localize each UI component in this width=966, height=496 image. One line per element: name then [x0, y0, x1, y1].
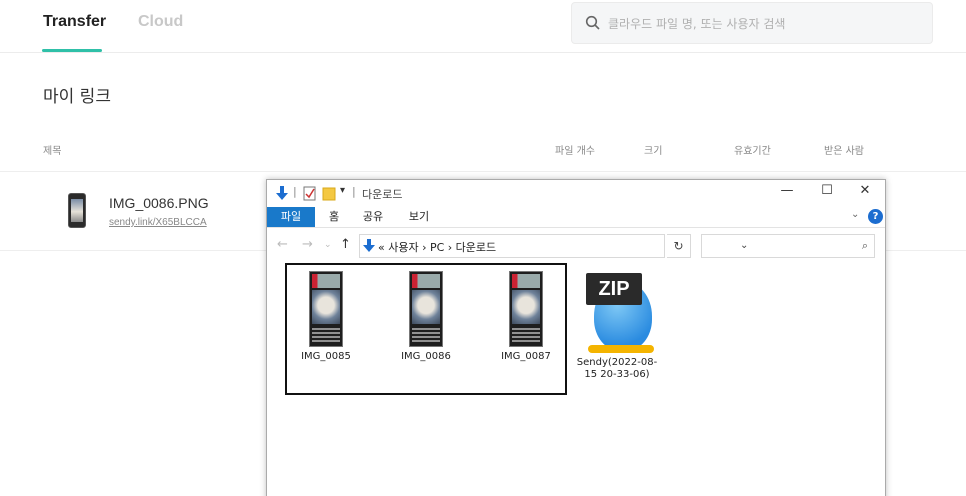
page-title: 마이 링크 [43, 87, 111, 107]
search-input[interactable]: 클라우드 파일 명, 또는 사용자 검색 [571, 2, 933, 44]
tab-transfer[interactable]: Transfer [43, 13, 106, 31]
back-icon[interactable]: ← [277, 237, 288, 252]
file-item[interactable]: IMG_0086 [381, 271, 471, 363]
column-expiry: 유효기간 [734, 146, 771, 157]
ribbon-tab-file[interactable]: 파일 [267, 207, 315, 227]
explorer-search-input[interactable]: ⌕ [701, 234, 875, 258]
customize-toolbar-icon[interactable]: ▾ [340, 185, 345, 201]
new-folder-icon[interactable] [322, 185, 336, 201]
refresh-icon[interactable]: ↻ [667, 234, 691, 258]
file-item[interactable]: IMG_0087 [481, 271, 571, 363]
ribbon-tab-view[interactable]: 보기 [403, 207, 435, 227]
file-item[interactable]: IMG_0085 [281, 271, 371, 363]
column-title: 제목 [43, 146, 62, 157]
ribbon-expand-icon[interactable]: ⌄ [851, 209, 859, 220]
file-item-name: Sendy(2022-08-15 20-33-06) [576, 357, 658, 380]
navigation-bar: ← → ⌄ ↑ « 사용자 › PC › 다운로드 ⌄ ↻ ⌕ [267, 227, 885, 263]
maximize-button[interactable]: ☐ [807, 183, 847, 203]
file-item-name: IMG_0087 [501, 351, 551, 362]
help-icon[interactable]: ? [868, 209, 883, 224]
file-thumbnail [68, 193, 86, 228]
search-placeholder: 클라우드 파일 명, 또는 사용자 검색 [608, 17, 786, 31]
image-thumbnail [309, 271, 343, 347]
up-icon[interactable]: ↑ [340, 237, 351, 252]
top-bar: Transfer Cloud 클라우드 파일 명, 또는 사용자 검색 [0, 0, 966, 53]
download-arrow-icon [276, 186, 288, 200]
download-folder-icon [363, 239, 375, 252]
image-thumbnail [509, 271, 543, 347]
header-divider [0, 171, 966, 172]
file-explorer-window: | ▾ | 다운로드 — ☐ ✕ 파일 홈 공유 보기 ⌄ ? ← → ⌄ ↑ … [266, 179, 886, 496]
minimize-button[interactable]: — [767, 183, 807, 203]
file-list: IMG_0085 IMG_0086 IMG_0087 ZIP Sendy(202… [267, 263, 885, 496]
file-item-name: IMG_0086 [401, 351, 451, 362]
recent-locations-icon[interactable]: ⌄ [324, 240, 332, 250]
search-icon [585, 15, 600, 30]
explorer-search-icon: ⌕ [861, 239, 868, 252]
window-title: 다운로드 [362, 188, 403, 201]
image-thumbnail [409, 271, 443, 347]
address-bar[interactable]: « 사용자 › PC › 다운로드 ⌄ [359, 234, 748, 258]
column-recipient: 받은 사람 [824, 146, 864, 157]
ribbon-tab-home[interactable]: 홈 [319, 207, 349, 227]
properties-icon[interactable] [303, 185, 316, 201]
column-size: 크기 [644, 146, 663, 157]
ribbon-tabs: 파일 홈 공유 보기 ⌄ ? [267, 207, 885, 227]
file-name[interactable]: IMG_0086.PNG [109, 195, 209, 211]
tab-cloud[interactable]: Cloud [138, 13, 183, 31]
column-file-count: 파일 개수 [555, 146, 595, 157]
close-button[interactable]: ✕ [845, 183, 885, 203]
zip-archive-icon: ZIP [582, 273, 654, 353]
ribbon-tab-share[interactable]: 공유 [357, 207, 389, 227]
active-tab-indicator [42, 49, 102, 52]
address-path: « 사용자 › PC › 다운로드 [378, 241, 497, 254]
forward-icon[interactable]: → [302, 237, 313, 252]
window-titlebar: | ▾ | 다운로드 — ☐ ✕ [267, 180, 885, 207]
zip-icon-label: ZIP [586, 273, 642, 305]
zip-file-item[interactable]: ZIP Sendy(2022-08-15 20-33-06) [567, 273, 667, 381]
file-share-link[interactable]: sendy.link/X65BLCCA [109, 217, 207, 228]
file-item-name: IMG_0085 [301, 351, 351, 362]
